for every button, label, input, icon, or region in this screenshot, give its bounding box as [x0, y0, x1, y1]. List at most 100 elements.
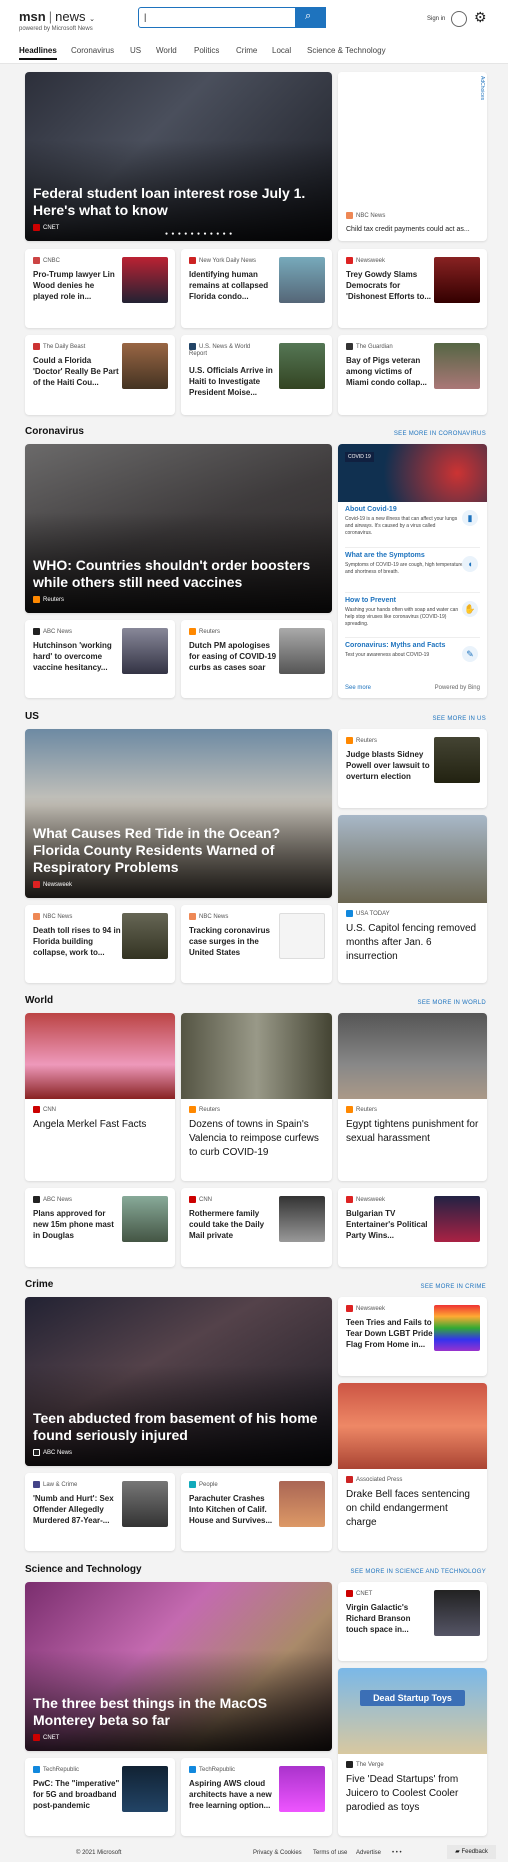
news-card[interactable]: Reuters Judge blasts Sidney Powell over l… [338, 729, 487, 808]
nav-item-crime[interactable]: Crime [236, 46, 257, 55]
news-card[interactable]: NBC News Tracking coronavirus case surges… [181, 905, 332, 983]
nav-item-world[interactable]: World [156, 46, 177, 55]
handwash-icon: ✋ [462, 601, 478, 617]
news-card[interactable]: CNBC Pro-Trump lawyer Lin Wood denies he … [25, 249, 175, 328]
news-card[interactable]: Reuters Dutch PM apologises for easing of… [181, 620, 332, 698]
covid-item[interactable]: What are the Symptoms Symptoms of COVID-1… [345, 547, 480, 587]
news-card[interactable]: Law & Crime 'Numb and Hurt': Sex Offender… [25, 1473, 175, 1551]
ad-title: Child tax credit payments could act as..… [346, 226, 470, 233]
footer: © 2021 Microsoft Privacy & Cookies Terms… [0, 1846, 508, 1862]
privacy-link[interactable]: Privacy & Cookies [253, 1850, 302, 1856]
thumbnail [434, 737, 480, 783]
news-card[interactable]: Newsweek Trey Gowdy Slams Democrats for '… [338, 249, 487, 328]
thumbnail [122, 1766, 168, 1812]
headline-hero[interactable]: Federal student loan interest rose July … [25, 72, 332, 241]
section-heading: Crime [25, 1279, 54, 1290]
thumbnail [279, 343, 325, 389]
section-heading: US [25, 711, 39, 722]
section-heading: Science and Technology [25, 1564, 142, 1575]
nav-item-us[interactable]: US [130, 46, 141, 55]
nav-item-coronavirus[interactable]: Coronavirus [71, 46, 114, 55]
card-image: Dead Startup Toys [338, 1668, 487, 1754]
thumbnail [122, 257, 168, 303]
lungs-icon: ▮ [462, 510, 478, 526]
thumbnail [279, 257, 325, 303]
covid-item[interactable]: Coronavirus: Myths and Facts Test your aw… [345, 637, 480, 677]
scitech-hero[interactable]: The three best things in the MacOS Monte… [25, 1582, 332, 1751]
nav-item-local[interactable]: Local [272, 46, 291, 55]
terms-link[interactable]: Terms of use [313, 1850, 347, 1856]
see-more-link[interactable]: SEE MORE IN US [432, 716, 486, 722]
news-card[interactable]: The Daily Beast Could a Florida 'Doctor' … [25, 335, 175, 415]
carousel-dots[interactable]: ● ● ● ● ● ● ● ● ● ● ● [165, 231, 233, 237]
top-bar: msn | news ⌄ powered by Microsoft News | ⌕… [0, 0, 508, 64]
copyright: © 2021 Microsoft [76, 1850, 122, 1856]
more-menu[interactable]: • • • [392, 1850, 402, 1856]
thumbnail [279, 1766, 325, 1812]
feedback-button[interactable]: ▰ Feedback [447, 1845, 496, 1859]
news-card-large[interactable]: Reuters Dozens of towns in Spain's Valenc… [181, 1013, 332, 1181]
thumbnail [434, 1305, 480, 1351]
card-image [338, 815, 487, 903]
thumbnail [279, 1481, 325, 1527]
news-card-large[interactable]: USA TODAY U.S. Capitol fencing removed mo… [338, 815, 487, 983]
news-card[interactable]: Newsweek Bulgarian TV Entertainer's Polit… [338, 1188, 487, 1267]
section-heading: World [25, 995, 54, 1006]
news-card[interactable]: TechRepublic PwC: The "imperative" for 5G… [25, 1758, 175, 1836]
news-card[interactable]: U.S. News & World Report U.S. Officials A… [181, 335, 332, 415]
news-card[interactable]: TechRepublic Aspiring AWS cloud architect… [181, 1758, 332, 1836]
card-image [338, 1383, 487, 1469]
news-card[interactable]: CNN Rothermere family could take the Dail… [181, 1188, 332, 1267]
search-icon: ⌕ [305, 10, 312, 22]
news-card[interactable]: Newsweek Teen Tries and Fails to Tear Dow… [338, 1297, 487, 1376]
thumbnail [434, 257, 480, 303]
covid-see-more[interactable]: See more [345, 685, 371, 691]
news-card-large[interactable]: Associated Press Drake Bell faces sentenc… [338, 1383, 487, 1551]
news-card[interactable]: The Guardian Bay of Pigs veteran among vi… [338, 335, 487, 415]
news-card[interactable]: ABC News Plans approved for new 15m phone… [25, 1188, 175, 1267]
hero-title: Federal student loan interest rose July … [33, 185, 306, 218]
news-card[interactable]: CNET Virgin Galactic's Richard Branson to… [338, 1582, 487, 1661]
thumbnail [279, 1196, 325, 1242]
feedback-icon: ▰ [455, 1849, 460, 1855]
thermometer-icon: ◖ [462, 556, 478, 572]
see-more-link[interactable]: SEE MORE IN SCIENCE AND TECHNOLOGY [351, 1569, 486, 1575]
coronavirus-hero[interactable]: WHO: Countries shouldn't order boosters … [25, 444, 332, 613]
covid-item[interactable]: How to Prevent Washing your hands often w… [345, 592, 480, 632]
card-image [181, 1013, 332, 1099]
nav-item-politics[interactable]: Politics [194, 46, 219, 55]
news-card-large[interactable]: CNN Angela Merkel Fast Facts [25, 1013, 175, 1181]
see-more-link[interactable]: SEE MORE IN CRIME [421, 1284, 486, 1290]
thumbnail [279, 628, 325, 674]
news-card-large[interactable]: Dead Startup Toys The Verge Five 'Dead Sta… [338, 1668, 487, 1836]
hero-source: CNET [33, 223, 59, 231]
msn-logo[interactable]: msn | news ⌄ [19, 9, 95, 24]
nav-item-headlines[interactable]: Headlines [19, 46, 57, 60]
card-image [338, 1013, 487, 1099]
us-hero[interactable]: What Causes Red Tide in the Ocean? Flori… [25, 729, 332, 898]
news-card-large[interactable]: Reuters Egypt tightens punishment for sex… [338, 1013, 487, 1181]
news-card[interactable]: ABC News Hutchinson 'working hard' to ove… [25, 620, 175, 698]
section-heading: Coronavirus [25, 426, 84, 437]
ad-card[interactable]: AdChoices NBC News Child tax credit paym… [338, 72, 487, 241]
gear-icon[interactable]: ⚙ [474, 9, 487, 26]
nav-item-science-technology[interactable]: Science & Technology [307, 46, 386, 55]
crime-hero[interactable]: Teen abducted from basement of his home … [25, 1297, 332, 1466]
see-more-link[interactable]: SEE MORE IN CORONAVIRUS [394, 431, 486, 437]
thumbnail [122, 628, 168, 674]
covid-item[interactable]: About Covid-19 Covid-19 is a new illness … [345, 502, 480, 542]
news-card[interactable]: NBC News Death toll rises to 94 in Florid… [25, 905, 175, 983]
see-more-link[interactable]: SEE MORE IN WORLD [418, 1000, 486, 1006]
signin-link[interactable]: Sign in [427, 16, 445, 22]
avatar[interactable] [451, 11, 467, 27]
thumbnail [122, 1481, 168, 1527]
adchoices-label[interactable]: AdChoices [479, 76, 485, 100]
thumbnail [434, 1196, 480, 1242]
news-card[interactable]: People Parachuter Crashes Into Kitchen of… [181, 1473, 332, 1551]
thumbnail [279, 913, 325, 959]
search-button[interactable]: ⌕ [295, 7, 326, 28]
thumbnail [122, 913, 168, 959]
advertise-link[interactable]: Advertise [356, 1850, 381, 1856]
news-card[interactable]: New York Daily News Identifying human rem… [181, 249, 332, 328]
ad-source: NBC News [346, 212, 385, 219]
